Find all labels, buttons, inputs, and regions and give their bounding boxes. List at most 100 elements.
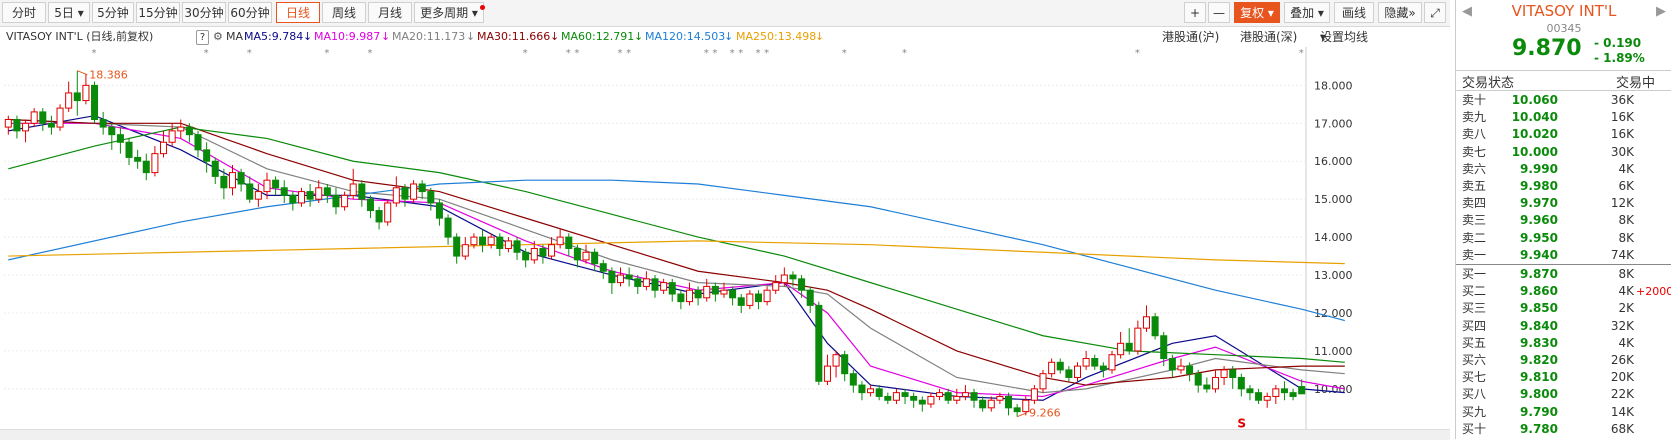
orderbook-row[interactable]: 买五 9.830 4K [1456,335,1671,352]
chevron-down-icon: ▾ [1317,6,1324,20]
candle-body [608,270,616,284]
current-price: 9.870 [1512,36,1582,61]
candle-body [918,399,926,405]
ma20-value: MA20:11.173 [392,30,466,43]
candle-body [263,179,271,193]
sell-signal-marker: S [1237,416,1246,429]
candle-body [194,134,202,151]
candle-body [1039,373,1047,390]
candle-body [401,187,409,200]
candle-body [642,278,650,287]
candle-body [763,289,771,303]
orderbook-row[interactable]: 卖四 9.970 12K [1456,195,1671,212]
expand-icon[interactable]: ⤢ [1424,2,1446,23]
level-label: 买五 [1462,335,1487,350]
candle-body [108,126,116,136]
tab-60min[interactable]: 60分钟 [228,2,272,23]
horizontal-scrollbar[interactable] [0,429,1450,440]
orderbook-row[interactable]: 买十 9.780 68K [1456,421,1671,438]
tab-daily[interactable]: 日线 [276,2,320,23]
period-toolbar: 分时 5日 ▾ 5分钟 15分钟 30分钟 60分钟 日线 周线 月线 更多周期… [0,0,1450,27]
orderbook-row[interactable]: 卖二 9.950 8K [1456,230,1671,247]
help-icon[interactable]: ? [196,30,209,45]
zoom-out-button[interactable]: — [1208,2,1230,23]
candle-body [99,118,107,128]
draw-button[interactable]: 画线 [1334,2,1374,23]
orderbook-row[interactable]: 买九 9.790 14K [1456,404,1671,421]
low-label: 9.266 [1029,407,1061,420]
level-price: 9.860 [1520,284,1558,299]
orderbook-row[interactable]: 买七 9.810 20K [1456,369,1671,386]
gear-icon[interactable]: ⚙ [213,27,223,47]
candle-body [410,183,418,200]
event-star: * [574,48,579,59]
candle-body [435,202,443,219]
orderbook-row[interactable]: 买四 9.840 32K [1456,318,1671,335]
hide-label: 隐藏 [1384,6,1409,20]
ma-settings-label: 设置均线 [1320,30,1369,44]
orderbook-row[interactable]: 买八 9.800 22K [1456,386,1671,403]
divider [1456,264,1671,265]
orderbook-row[interactable]: 卖六 9.990 4K [1456,161,1671,178]
level-label: 买七 [1462,370,1487,385]
orderbook-row[interactable]: 卖十 10.060 36K [1456,92,1671,109]
tab-30min[interactable]: 30分钟 [182,2,226,23]
level-price: 9.940 [1520,247,1558,262]
event-star: * [92,48,97,59]
level-label: 买一 [1462,267,1487,281]
orderbook-row[interactable]: 买一 9.870 8K [1456,266,1671,283]
chevron-down-icon: ▾ [471,6,478,20]
candle-body [1099,365,1107,371]
level-label: 卖九 [1462,110,1487,125]
candle-body [91,84,99,120]
orderbook-row[interactable]: 买三 9.850 2K [1456,300,1671,317]
adjust-button[interactable]: 复权 ▾ [1234,2,1280,23]
y-tick-label: 15.000 [1314,193,1353,206]
level-volume: 36K [1610,93,1634,107]
orderbook-row[interactable]: 卖一 9.940 74K [1456,247,1671,264]
tab-weekly[interactable]: 周线 [322,2,366,23]
level-volume: 6K [1618,179,1634,193]
candle-body [4,118,12,128]
level-label: 买十 [1462,421,1487,436]
down-arrow-icon: ↓ [815,30,825,43]
candle-body [418,183,426,193]
candle-body [1177,365,1185,371]
candle-body [1280,388,1288,394]
candle-body [884,395,892,401]
hk-connect-sz-link[interactable]: 港股通(深) [1240,27,1297,47]
zoom-in-button[interactable]: + [1184,2,1206,23]
ma120-value: MA120:14.503 [645,30,726,43]
event-star: * [247,48,252,59]
tab-more-periods[interactable]: 更多周期 ▾ [414,2,484,23]
orderbook-row[interactable]: 买二 9.860 4K +2000 [1456,283,1671,300]
orderbook-row[interactable]: 卖七 10.000 30K [1456,144,1671,161]
candle-body [634,278,642,287]
tab-5min[interactable]: 5分钟 [92,2,134,23]
orderbook-row[interactable]: 卖九 10.040 16K [1456,109,1671,126]
orderbook-row[interactable]: 卖三 9.960 8K [1456,212,1671,229]
hide-button[interactable]: 隐藏» [1378,2,1422,23]
candle-body [504,240,512,249]
orderbook-row[interactable]: 卖五 9.980 6K [1456,178,1671,195]
candle-body [39,111,47,124]
overlay-button[interactable]: 叠加 ▾ [1284,2,1330,23]
orderbook-row[interactable]: 卖八 10.020 16K [1456,126,1671,143]
candle-body [1229,369,1237,378]
tab-more-label: 更多周期 [420,6,469,20]
hk-connect-sh-link[interactable]: 港股通(沪) [1162,27,1219,47]
candle-body [1065,369,1073,378]
status-value: 交易中 [1616,76,1656,91]
candle-body [806,289,814,306]
tab-monthly[interactable]: 月线 [368,2,412,23]
candle-body [875,388,883,397]
tab-minute[interactable]: 分时 [2,2,46,23]
tab-5day-label: 5日 [54,6,74,20]
orderbook-row[interactable]: 买六 9.820 26K [1456,352,1671,369]
candle-body [901,392,909,397]
candlestick-chart[interactable]: 18.000 17.000 16.000 15.000 14.000 13.000 12.0… [0,47,1410,430]
tab-5day[interactable]: 5日 ▾ [48,2,90,23]
candle-body [668,282,676,295]
candle-body [565,236,573,249]
tab-15min[interactable]: 15分钟 [136,2,180,23]
